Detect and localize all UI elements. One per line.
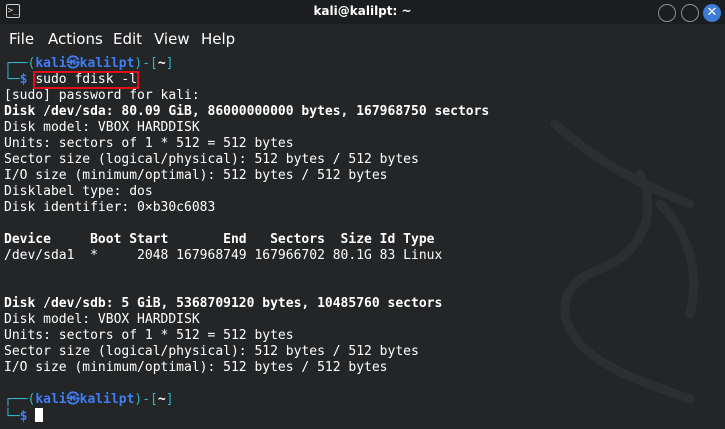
menu-actions[interactable]: Actions (48, 30, 103, 48)
menu-help[interactable]: Help (201, 30, 235, 48)
disk-sdb-sector-size: Sector size (logical/physical): 512 byte… (4, 344, 419, 359)
menu-bar: File Actions Edit View Help (0, 24, 725, 54)
prompt-user-host: kali㉿kalilpt (35, 56, 135, 71)
disk-sda-label-type: Disklabel type: dos (4, 184, 153, 199)
prompt-line-bottom: └─$ sudo fdisk -l (4, 71, 140, 89)
prompt-frame: ┌──( (4, 56, 36, 71)
window-title: kali@kalilpt: ~ (313, 4, 412, 18)
disk-sdb-header: Disk /dev/sdb: 5 GiB, 5368709120 bytes, … (4, 296, 443, 311)
title-bar[interactable]: >_ kali@kalilpt: ~ ✕ (0, 0, 725, 24)
prompt-path: ~ (157, 56, 166, 71)
close-button[interactable]: ✕ (703, 4, 721, 22)
disk-sdb-model: Disk model: VBOX HARDDISK (4, 312, 200, 327)
maximize-button[interactable] (681, 4, 699, 22)
menu-file[interactable]: File (9, 30, 34, 48)
prompt-frame: └─ (4, 409, 20, 424)
disk-sda-header: Disk /dev/sda: 80.09 GiB, 86000000000 by… (4, 104, 490, 119)
prompt-line-top: ┌──(kali㉿kalilpt)-[~] (4, 392, 174, 408)
prompt-dollar: $ (19, 72, 28, 87)
prompt-dollar: $ (19, 409, 28, 424)
disk-sda-model: Disk model: VBOX HARDDISK (4, 120, 200, 135)
disk-sda-units: Units: sectors of 1 * 512 = 512 bytes (4, 136, 294, 151)
partition-table-header: Device Boot Start End Sectors Size Id Ty… (4, 232, 435, 247)
partition-table-row: /dev/sda1 * 2048 167968749 167966702 80.… (4, 248, 443, 263)
disk-sda-sector-size: Sector size (logical/physical): 512 byte… (4, 152, 419, 167)
disk-sda-io-size: I/O size (minimum/optimal): 512 bytes / … (4, 168, 388, 183)
prompt-line-bottom: └─$ (4, 408, 44, 424)
disk-sda-identifier: Disk identifier: 0×b30c6083 (4, 200, 216, 215)
menu-view[interactable]: View (154, 30, 190, 48)
prompt-frame: ┌──( (4, 392, 36, 407)
minimize-button[interactable] (658, 4, 676, 22)
prompt-path: ~ (157, 392, 166, 407)
highlighted-command: sudo fdisk -l (33, 71, 140, 89)
terminal-output-area[interactable]: ┌──(kali㉿kalilpt)-[~] └─$ sudo fdisk -l … (0, 54, 725, 429)
text-cursor[interactable] (35, 408, 44, 422)
terminal-window: >_ kali@kalilpt: ~ ✕ File Actions Edit V… (0, 0, 725, 429)
prompt-frame: )-[ (134, 56, 158, 71)
prompt-frame: )-[ (134, 392, 158, 407)
prompt-line-top: ┌──(kali㉿kalilpt)-[~] (4, 56, 174, 72)
prompt-user-host: kali㉿kalilpt (35, 392, 135, 407)
disk-sdb-units: Units: sectors of 1 * 512 = 512 bytes (4, 328, 294, 343)
disk-sdb-io-size: I/O size (minimum/optimal): 512 bytes / … (4, 360, 388, 375)
menu-edit[interactable]: Edit (113, 30, 142, 48)
prompt-frame: ] (165, 56, 174, 71)
prompt-frame: ] (165, 392, 174, 407)
prompt-frame: └─ (4, 72, 20, 87)
sudo-password-prompt: [sudo] password for kali: (4, 88, 200, 103)
